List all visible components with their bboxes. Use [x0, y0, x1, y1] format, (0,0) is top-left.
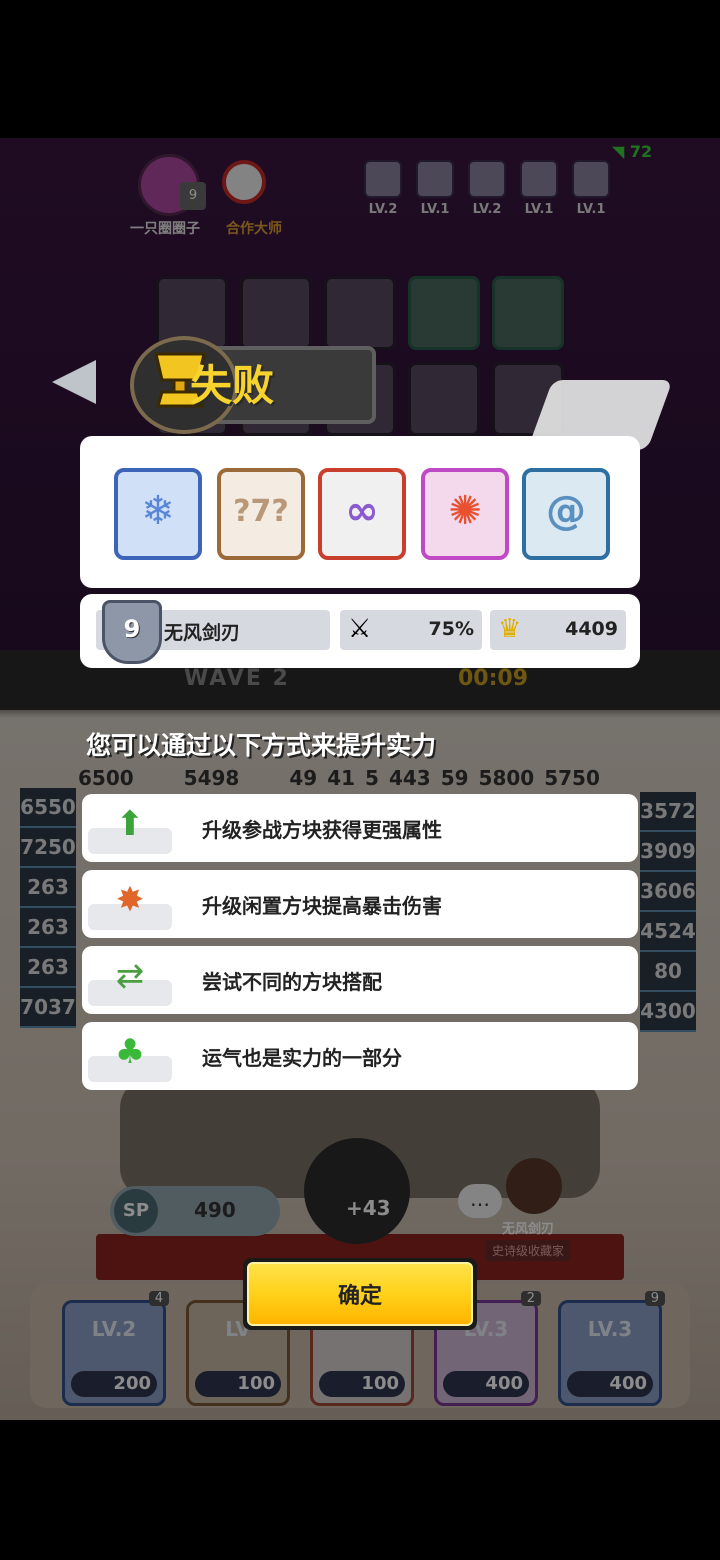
gold-trophy-icon: ♛ [498, 614, 522, 644]
gold-stat: ♛ 4409 [490, 610, 626, 650]
top-black-bar [0, 0, 720, 138]
crit-burst-icon: ✸ [115, 880, 145, 920]
upgrade-cube-icon: ⬆ [115, 804, 145, 844]
crit-rate: 75% [428, 618, 474, 640]
deck-card-infinity: ∞ [318, 468, 406, 560]
confirm-label: 确定 [337, 1284, 382, 1309]
deck-panel: ❄ ?7? ∞ ✺ @ [80, 436, 640, 588]
tip-upgrade-battle: ⬆ 升级参战方块获得更强属性 [82, 794, 638, 862]
infinity-icon: ∞ [345, 488, 379, 534]
question-icon: ?7? [233, 494, 289, 529]
deck-card-sun: ✺ [421, 468, 509, 560]
result-title: 失败 [190, 361, 275, 410]
game-background: 9 一只圈圈子 合作大师 ◥ 72 LV.2 LV.1 LV.2 LV.1 LV… [0, 138, 720, 1420]
clover-icon: ♣ [114, 1032, 146, 1072]
deck-card-mystery: ?7? [217, 468, 305, 560]
rank-shield-icon: 9 [102, 600, 162, 664]
stat-player-name: 无风剑刃 [164, 622, 241, 644]
deck-card-wind: @ [522, 468, 610, 560]
improve-heading: 您可以通过以下方式来提升实力 [86, 731, 437, 760]
stats-panel: 9 无风剑刃 ⚔ 75% ♛ 4409 [80, 594, 640, 668]
crossed-swords-icon: ⚔ [348, 614, 372, 644]
crit-stat: ⚔ 75% [340, 610, 482, 650]
result-banner [52, 336, 376, 434]
modal-dim-overlay [0, 138, 720, 1420]
bottom-black-bar [0, 1420, 720, 1560]
sun-icon: ✺ [448, 488, 482, 534]
swirl-icon: @ [546, 488, 586, 534]
confirm-button[interactable]: 确定 [243, 1258, 477, 1330]
rank-stat: 9 无风剑刃 [96, 600, 330, 664]
tip-luck: ♣ 运气也是实力的一部分 [82, 1022, 638, 1090]
deck-card-ice: ❄ [114, 468, 202, 560]
tip-try-combos: ⇄ 尝试不同的方块搭配 [82, 946, 638, 1014]
gold-amount: 4409 [565, 618, 618, 640]
tip-upgrade-idle: ✸ 升级闲置方块提高暴击伤害 [82, 870, 638, 938]
snowflake-icon: ❄ [141, 488, 175, 534]
swap-cubes-icon: ⇄ [115, 956, 145, 996]
sword-tip-icon [52, 360, 96, 404]
